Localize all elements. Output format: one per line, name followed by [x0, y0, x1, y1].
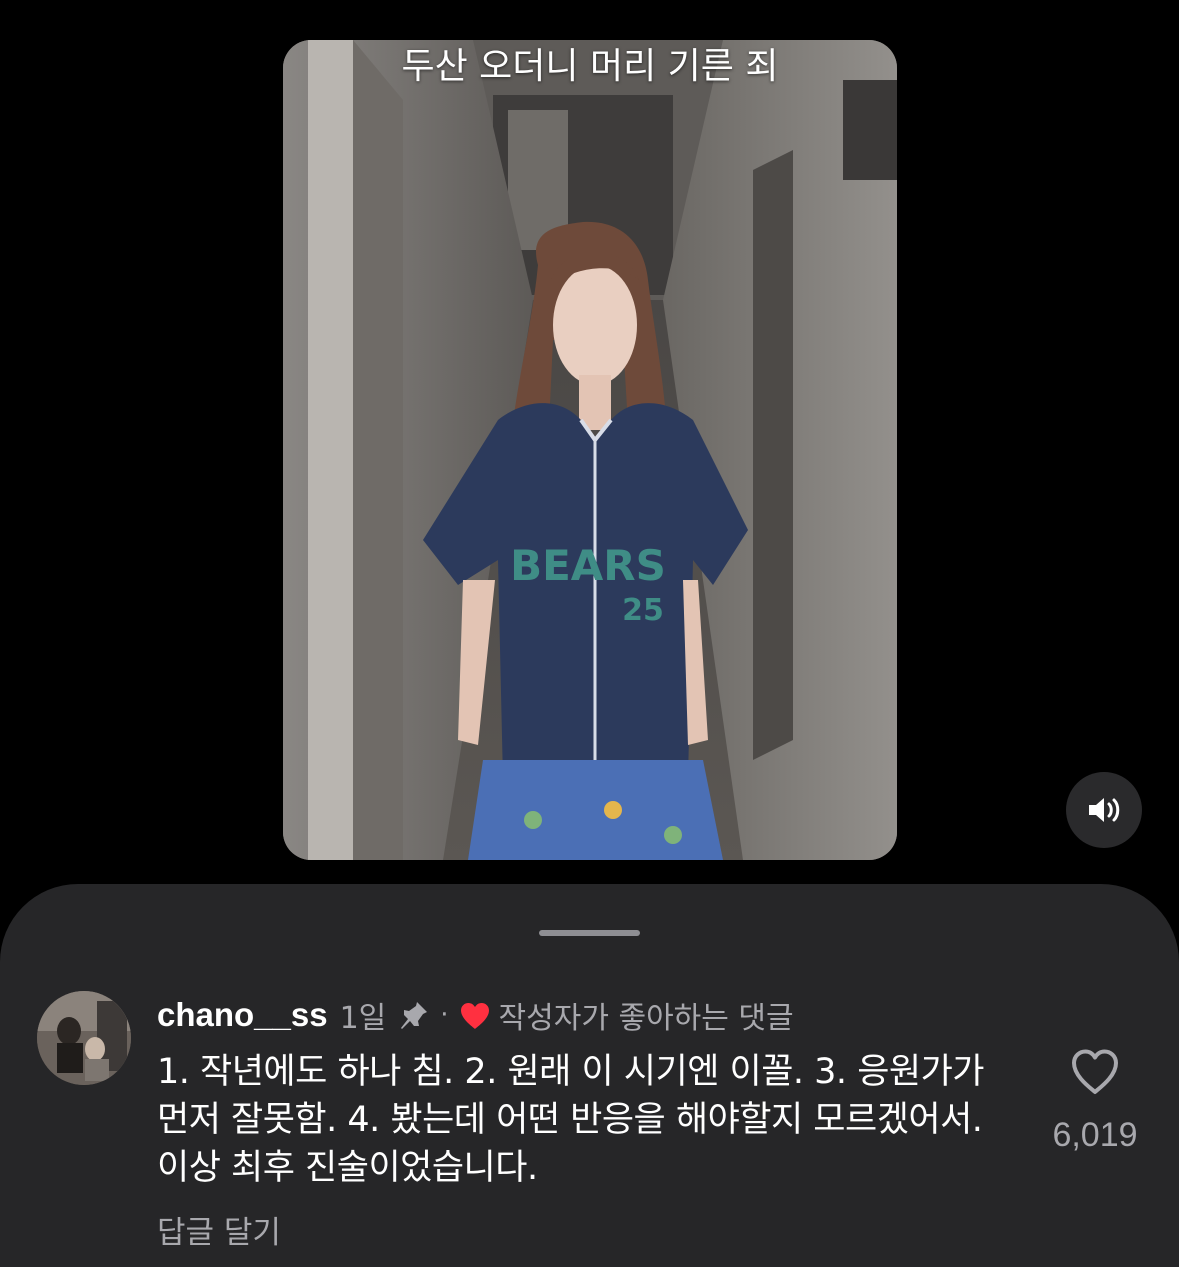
jersey-logo-text: BEARS [510, 541, 666, 590]
sheet-drag-handle[interactable] [539, 930, 640, 936]
pin-icon [398, 999, 430, 1031]
red-heart-icon [459, 1001, 491, 1030]
comments-sheet: chano__ss 1일 · 작성자가 좋아하는 댓글 1. 작년에도 하나 침… [0, 884, 1179, 1267]
video-frame-image: BEARS 25 [283, 40, 897, 860]
meta-separator: · [440, 1000, 449, 1030]
comment-age: 1일 [339, 1001, 387, 1036]
creator-liked-label: 작성자가 좋아하는 댓글 [498, 1001, 794, 1036]
video-player[interactable]: BEARS 25 두산 오더니 머리 기른 죄 [283, 40, 897, 860]
sound-toggle-button[interactable] [1066, 772, 1142, 848]
reply-button[interactable]: 답글 달기 [157, 1207, 281, 1252]
comment-username[interactable]: chano__ss [157, 996, 328, 1034]
like-count: 6,019 [1052, 1116, 1138, 1154]
like-button[interactable] [1069, 1047, 1121, 1097]
comment-header: chano__ss 1일 · 작성자가 좋아하는 댓글 [157, 992, 794, 1038]
avatar-image [37, 991, 131, 1085]
avatar[interactable] [37, 991, 131, 1085]
reel-screen: BEARS 25 두산 오더니 머리 기른 죄 chano__ss 1일 · 작… [0, 0, 1179, 1267]
heart-outline-icon [1072, 1049, 1118, 1094]
comment-text: 1. 작년에도 하나 침. 2. 원래 이 시기엔 이꼴. 3. 응원가가 먼저… [157, 1052, 985, 1188]
video-caption: 두산 오더니 머리 기른 죄 [401, 46, 779, 87]
speaker-icon [1089, 798, 1120, 822]
jersey-number-text: 25 [622, 593, 664, 628]
